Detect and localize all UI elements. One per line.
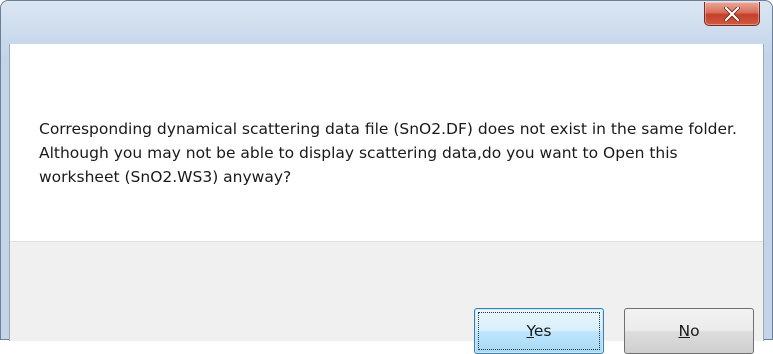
yes-button-label: Yes [526,322,551,340]
button-bar: Yes No [10,241,763,354]
dialog-message: Corresponding dynamical scattering data … [39,120,737,186]
message-dialog: Corresponding dynamical scattering data … [0,0,773,354]
close-icon [724,6,740,21]
title-bar[interactable] [1,1,772,43]
no-button[interactable]: No [624,308,754,354]
yes-button[interactable]: Yes [474,308,604,354]
yes-label-rest: es [533,322,552,340]
no-button-label: No [678,322,699,340]
close-button[interactable] [704,2,760,26]
yes-accelerator: Y [526,322,534,340]
no-label-rest: o [690,322,700,340]
dialog-content: Corresponding dynamical scattering data … [9,44,764,354]
no-accelerator: N [678,322,691,340]
